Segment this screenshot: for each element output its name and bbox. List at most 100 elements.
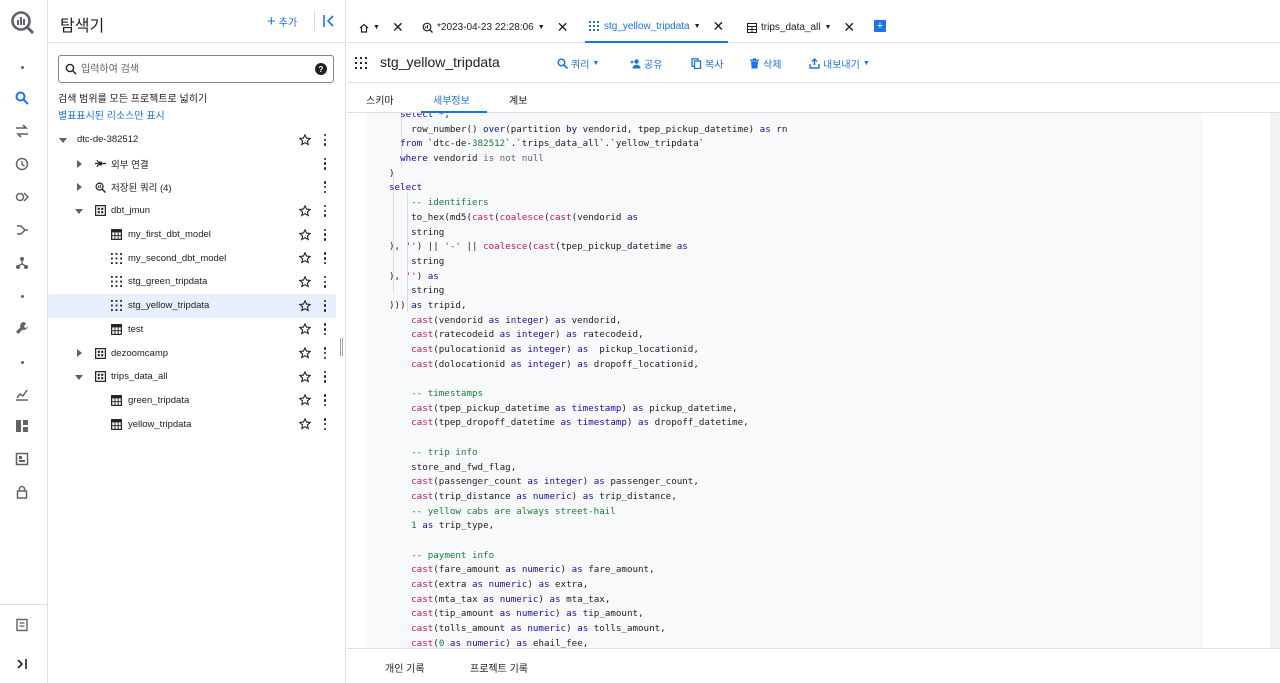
code-line: cast(extra as numeric) as extra, — [389, 579, 589, 590]
star-icon[interactable] — [298, 322, 312, 335]
code-line: -- identifiers — [389, 197, 489, 209]
code-line: cast(pulocationid as integer) as pickup_… — [389, 344, 699, 355]
more-vert-icon[interactable] — [323, 394, 327, 407]
tree-item[interactable]: yellow_tripdata — [48, 412, 336, 436]
star-icon[interactable] — [298, 228, 312, 241]
tab-lineage[interactable]: 계보 — [509, 92, 527, 107]
dashboard-icon[interactable] — [14, 418, 30, 434]
share-button[interactable]: 공유 — [630, 56, 662, 71]
chevron-down-icon[interactable]: ▼ — [538, 24, 545, 31]
chevron-right-icon[interactable] — [75, 159, 83, 168]
star-icon[interactable] — [298, 370, 312, 383]
starred-only-link[interactable]: 별표표시된 리소스만 표시 — [58, 107, 165, 122]
more-vert-icon[interactable] — [323, 228, 327, 241]
tree-item[interactable]: 저장된 쿼리 (4) — [48, 175, 336, 199]
star-icon[interactable] — [298, 393, 312, 406]
collapse-panel-icon[interactable] — [322, 13, 336, 29]
tree-item[interactable]: my_first_dbt_model — [48, 223, 336, 247]
share-label: 공유 — [644, 60, 663, 71]
rail-dot-icon — [14, 288, 30, 304]
tab-details[interactable]: 세부정보 — [433, 92, 470, 107]
add-button[interactable]: + 추가 — [267, 14, 297, 30]
release-notes-icon[interactable] — [14, 617, 30, 633]
search-icon[interactable] — [14, 90, 30, 106]
code-line: cast(tip_amount as numeric) as tip_amoun… — [389, 608, 644, 620]
close-icon[interactable]: ✕ — [843, 19, 855, 36]
more-vert-icon[interactable] — [323, 299, 327, 312]
code-line: cast(tpep_pickup_datetime as timestamp) … — [389, 402, 738, 414]
tree-item[interactable]: stg_green_tripdata — [48, 270, 336, 294]
tree-item[interactable]: dtc-de-382512 — [48, 128, 336, 152]
more-vert-icon[interactable] — [323, 347, 327, 360]
search-input[interactable] — [81, 61, 301, 77]
tree-item[interactable]: test — [48, 318, 336, 342]
lock-icon[interactable] — [14, 484, 30, 500]
tree-item[interactable]: 외부 연결 — [48, 152, 336, 176]
copy-button[interactable]: 복사 — [691, 56, 723, 71]
transfer-icon[interactable] — [14, 123, 30, 139]
more-vert-icon[interactable] — [323, 157, 327, 170]
star-icon[interactable] — [298, 417, 312, 430]
analytics-hub-icon[interactable] — [14, 189, 30, 205]
tab-stg-yellow-tripdata[interactable]: stg_yellow_tripdata ▼ ✕ — [585, 12, 729, 43]
tab-schema[interactable]: 스키마 — [366, 92, 394, 107]
code-line: row_number() over(partition by vendorid,… — [389, 123, 788, 135]
code-scrollbar[interactable] — [1270, 113, 1280, 648]
tree-item[interactable]: my_second_dbt_model — [48, 246, 336, 270]
chevron-down-icon[interactable] — [75, 373, 83, 381]
code-line: cast(fare_amount as numeric) as fare_amo… — [389, 564, 655, 576]
star-icon[interactable] — [298, 251, 312, 264]
more-vert-icon[interactable] — [323, 370, 327, 383]
chevron-down-icon[interactable]: ▼ — [694, 23, 701, 30]
tree-item[interactable]: dbt_jmun — [48, 199, 336, 223]
query-label: 쿼리 — [571, 60, 590, 71]
chevron-down-icon[interactable]: ▼ — [373, 24, 380, 31]
tree-item[interactable]: stg_yellow_tripdata — [48, 293, 336, 318]
trash-icon — [750, 58, 759, 69]
more-vert-icon[interactable] — [323, 418, 327, 431]
new-tab-button[interactable]: + — [874, 20, 886, 32]
tree-item[interactable]: dezoomcamp — [48, 341, 336, 365]
tree-item[interactable]: trips_data_all — [48, 365, 336, 389]
close-icon[interactable]: ✕ — [713, 18, 725, 35]
close-icon[interactable]: ✕ — [557, 19, 569, 36]
tab-home[interactable]: ▼ ✕ — [359, 12, 404, 43]
close-icon[interactable]: ✕ — [392, 19, 404, 36]
bigquery-logo-icon[interactable] — [10, 10, 36, 36]
help-icon[interactable]: ? — [315, 63, 327, 75]
chevron-down-icon[interactable] — [59, 136, 67, 144]
star-icon[interactable] — [298, 346, 312, 359]
chevron-down-icon[interactable] — [75, 207, 83, 215]
tab-personal-history[interactable]: 개인 기록 — [385, 660, 425, 675]
more-vert-icon[interactable] — [323, 181, 327, 194]
more-vert-icon[interactable] — [323, 204, 327, 217]
export-button[interactable]: 내보내기 ▼ — [809, 56, 870, 71]
history-icon[interactable] — [14, 156, 30, 172]
search-field[interactable]: ? — [58, 55, 334, 83]
more-vert-icon[interactable] — [323, 323, 327, 336]
star-icon[interactable] — [298, 299, 312, 312]
tab-project-history[interactable]: 프로젝트 기록 — [470, 660, 528, 675]
chevron-right-icon[interactable] — [75, 183, 83, 192]
query-button[interactable]: 쿼리 ▼ — [557, 56, 599, 71]
expand-nav-icon[interactable] — [14, 656, 30, 672]
chevron-right-icon[interactable] — [75, 349, 83, 358]
monitoring-icon[interactable] — [14, 451, 30, 467]
star-icon[interactable] — [298, 133, 312, 146]
dataform-icon[interactable] — [14, 222, 30, 238]
star-icon[interactable] — [298, 275, 312, 288]
tree-item[interactable]: green_tripdata — [48, 389, 336, 413]
delete-button[interactable]: 삭제 — [749, 56, 781, 71]
more-vert-icon[interactable] — [323, 133, 327, 146]
partner-center-icon[interactable] — [14, 255, 30, 271]
table-icon — [111, 323, 122, 335]
chevron-down-icon[interactable]: ▼ — [824, 24, 831, 31]
star-icon[interactable] — [298, 204, 312, 217]
more-vert-icon[interactable] — [323, 275, 327, 288]
more-vert-icon[interactable] — [323, 252, 327, 265]
wrench-icon[interactable] — [14, 320, 30, 336]
tab-query[interactable]: *2023-04-23 22:28:06 ▼ ✕ — [422, 12, 568, 43]
bi-engine-icon[interactable] — [14, 386, 30, 402]
tab-trips-data-all[interactable]: trips_data_all ▼ ✕ — [747, 12, 855, 43]
panel-resize-handle[interactable] — [340, 338, 343, 356]
